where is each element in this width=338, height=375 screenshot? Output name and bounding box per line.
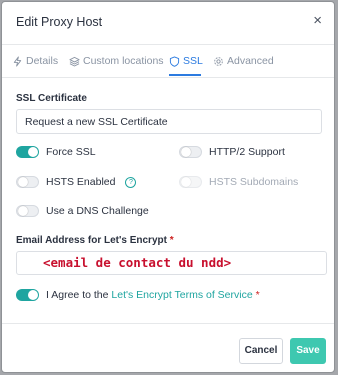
agree-required-mark: *: [255, 289, 260, 301]
force-ssl-label: Force SSL: [46, 146, 96, 158]
close-icon[interactable]: ×: [313, 13, 322, 28]
active-tab-indicator: [169, 74, 201, 76]
hsts-subdomains-toggle-row: HSTS Subdomains: [179, 176, 298, 188]
modal-header: Edit Proxy Host ×: [2, 2, 334, 45]
edit-proxy-host-modal: Edit Proxy Host × Details Custom locatio…: [1, 1, 335, 373]
agree-prefix: I Agree to the: [46, 289, 109, 301]
dns-challenge-label: Use a DNS Challenge: [46, 205, 149, 217]
hsts-toggle[interactable]: [16, 176, 39, 188]
hsts-toggle-row[interactable]: HSTS Enabled?: [16, 176, 137, 188]
email-field[interactable]: <email de contact du ndd>: [16, 251, 327, 275]
tab-details-label: Details: [26, 55, 59, 67]
email-value: <email de contact du ndd>: [43, 255, 232, 270]
cancel-button[interactable]: Cancel: [239, 338, 283, 364]
dns-challenge-toggle[interactable]: [16, 205, 39, 217]
tab-custom-locations[interactable]: Custom locations: [69, 55, 164, 67]
toggle-knob: [18, 177, 28, 187]
email-label-wrap: Email Address for Let's Encrypt *: [16, 235, 174, 246]
email-label: Email Address for Let's Encrypt: [16, 235, 167, 246]
http2-toggle[interactable]: [179, 146, 202, 158]
shield-icon: [169, 55, 180, 67]
ssl-certificate-label: SSL Certificate: [16, 93, 87, 104]
modal-title: Edit Proxy Host: [16, 15, 103, 29]
help-icon[interactable]: ?: [125, 176, 137, 188]
toggle-knob: [28, 147, 38, 157]
toggle-knob: [28, 290, 38, 300]
force-ssl-toggle[interactable]: [16, 146, 39, 158]
tab-custom-locations-label: Custom locations: [83, 55, 164, 67]
bolt-icon: [13, 55, 22, 67]
toggle-knob: [181, 177, 191, 187]
tab-ssl[interactable]: SSL: [169, 55, 203, 67]
tab-advanced[interactable]: Advanced: [213, 55, 274, 67]
agree-toggle-row[interactable]: I Agree to the Let's Encrypt Terms of Se…: [16, 289, 260, 301]
tab-advanced-label: Advanced: [227, 55, 274, 67]
dns-challenge-toggle-row[interactable]: Use a DNS Challenge: [16, 205, 149, 217]
layers-icon: [69, 56, 80, 66]
required-mark: *: [169, 235, 174, 246]
agree-text: I Agree to the Let's Encrypt Terms of Se…: [46, 289, 260, 301]
ssl-certificate-select[interactable]: Request a new SSL Certificate: [16, 109, 322, 134]
agree-toggle[interactable]: [16, 289, 39, 301]
http2-toggle-row[interactable]: HTTP/2 Support: [179, 146, 285, 158]
force-ssl-toggle-row[interactable]: Force SSL: [16, 146, 96, 158]
tab-bar: Details Custom locations SSL Advanced: [2, 44, 334, 78]
hsts-subdomains-toggle: [179, 176, 202, 188]
tab-details[interactable]: Details: [12, 55, 58, 67]
toggle-knob: [18, 206, 28, 216]
hsts-subdomains-label: HSTS Subdomains: [209, 176, 299, 188]
hsts-label: HSTS Enabled: [46, 176, 116, 188]
http2-label: HTTP/2 Support: [209, 146, 285, 158]
modal-footer: Cancel Save: [2, 323, 334, 374]
save-button[interactable]: Save: [290, 338, 326, 364]
gear-icon: [214, 56, 223, 66]
toggle-knob: [181, 147, 191, 157]
terms-link[interactable]: Let's Encrypt Terms of Service: [111, 289, 252, 301]
tab-ssl-label: SSL: [183, 55, 203, 67]
